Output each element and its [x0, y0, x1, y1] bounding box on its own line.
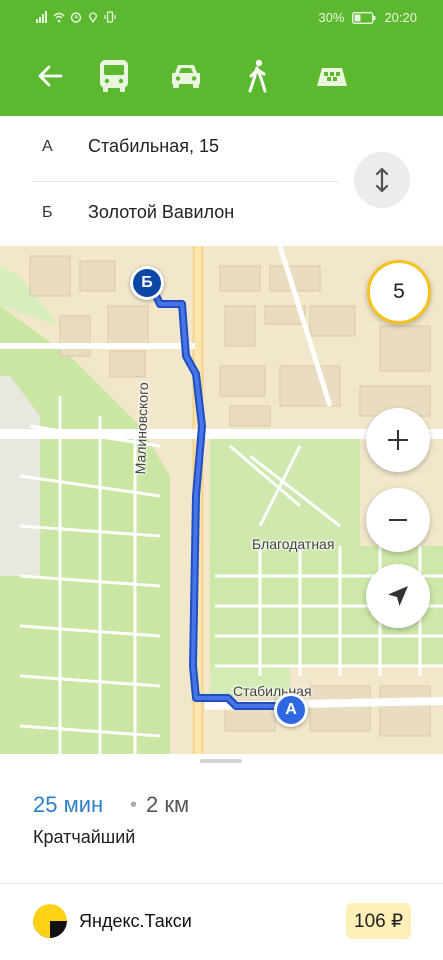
- yandex-taxi-logo-icon[interactable]: [33, 904, 67, 938]
- route-to-address: Золотой Вавилон: [88, 202, 235, 222]
- street-label-malinovskogo: Малиновского: [132, 382, 152, 475]
- route-to-field[interactable]: Б Золотой Вавилон: [0, 182, 338, 246]
- vibrate-icon: [104, 11, 116, 23]
- zoom-out-button[interactable]: [366, 488, 430, 552]
- mode-car-button[interactable]: [164, 54, 208, 98]
- car-icon: [172, 65, 200, 88]
- back-button[interactable]: [28, 54, 72, 98]
- sheet-divider: [0, 883, 443, 884]
- street-label-blagodatnaya: Благодатная: [252, 536, 335, 552]
- clock: 20:20: [384, 10, 417, 25]
- route-to-letter: Б: [42, 204, 53, 221]
- status-right: 30% 20:20: [318, 10, 417, 25]
- battery-percent: 30%: [318, 10, 345, 25]
- mode-taxi-button[interactable]: [308, 54, 356, 98]
- route-summary-sheet[interactable]: 25 мин • 2 км Кратчайший Яндекс.Такси 10…: [0, 754, 443, 960]
- mode-walk-button[interactable]: [236, 54, 280, 98]
- taxi-service-name[interactable]: Яндекс.Такси: [79, 911, 192, 932]
- summary-separator: •: [130, 794, 138, 816]
- taxi-price-badge[interactable]: 106 ₽: [346, 903, 412, 939]
- sheet-grabber[interactable]: [200, 759, 242, 763]
- bus-icon: [100, 60, 128, 92]
- route-distance: 2 км: [146, 792, 190, 817]
- route-type-label: Кратчайший: [33, 827, 136, 847]
- route-duration: 25 мин: [33, 792, 104, 817]
- route-panel: А Стабильная, 15 Б Золотой Вавилон: [0, 116, 443, 246]
- plus-icon: [388, 430, 408, 450]
- status-bar: 30% 20:20: [0, 0, 443, 36]
- alarm-icon: [70, 12, 82, 23]
- transport-toolbar: [0, 36, 443, 116]
- swap-points-button[interactable]: [354, 152, 410, 208]
- swap-vertical-icon: [375, 167, 389, 193]
- route-start-marker[interactable]: А: [274, 693, 308, 727]
- navigation-arrow-icon: [388, 586, 408, 606]
- zoom-in-button[interactable]: [366, 408, 430, 472]
- my-location-button[interactable]: [366, 564, 430, 628]
- route-from-field[interactable]: А Стабильная, 15: [0, 116, 338, 180]
- minus-icon: [389, 519, 407, 521]
- mode-transit-button[interactable]: [92, 54, 136, 98]
- location-icon: [88, 12, 98, 23]
- traffic-button[interactable]: 5: [367, 260, 431, 324]
- map-view[interactable]: Малиновского Благодатная Стабильная Б А …: [0, 246, 443, 754]
- back-arrow-icon: [38, 65, 63, 87]
- battery-icon: [352, 11, 376, 24]
- pedestrian-icon: [248, 59, 267, 93]
- wifi-icon: [53, 12, 65, 23]
- route-end-marker[interactable]: Б: [130, 266, 164, 300]
- taxi-icon: [317, 68, 347, 86]
- status-icons: [36, 11, 116, 23]
- signal-icon: [36, 11, 47, 23]
- route-from-address: Стабильная, 15: [88, 136, 220, 156]
- route-from-letter: А: [42, 138, 53, 155]
